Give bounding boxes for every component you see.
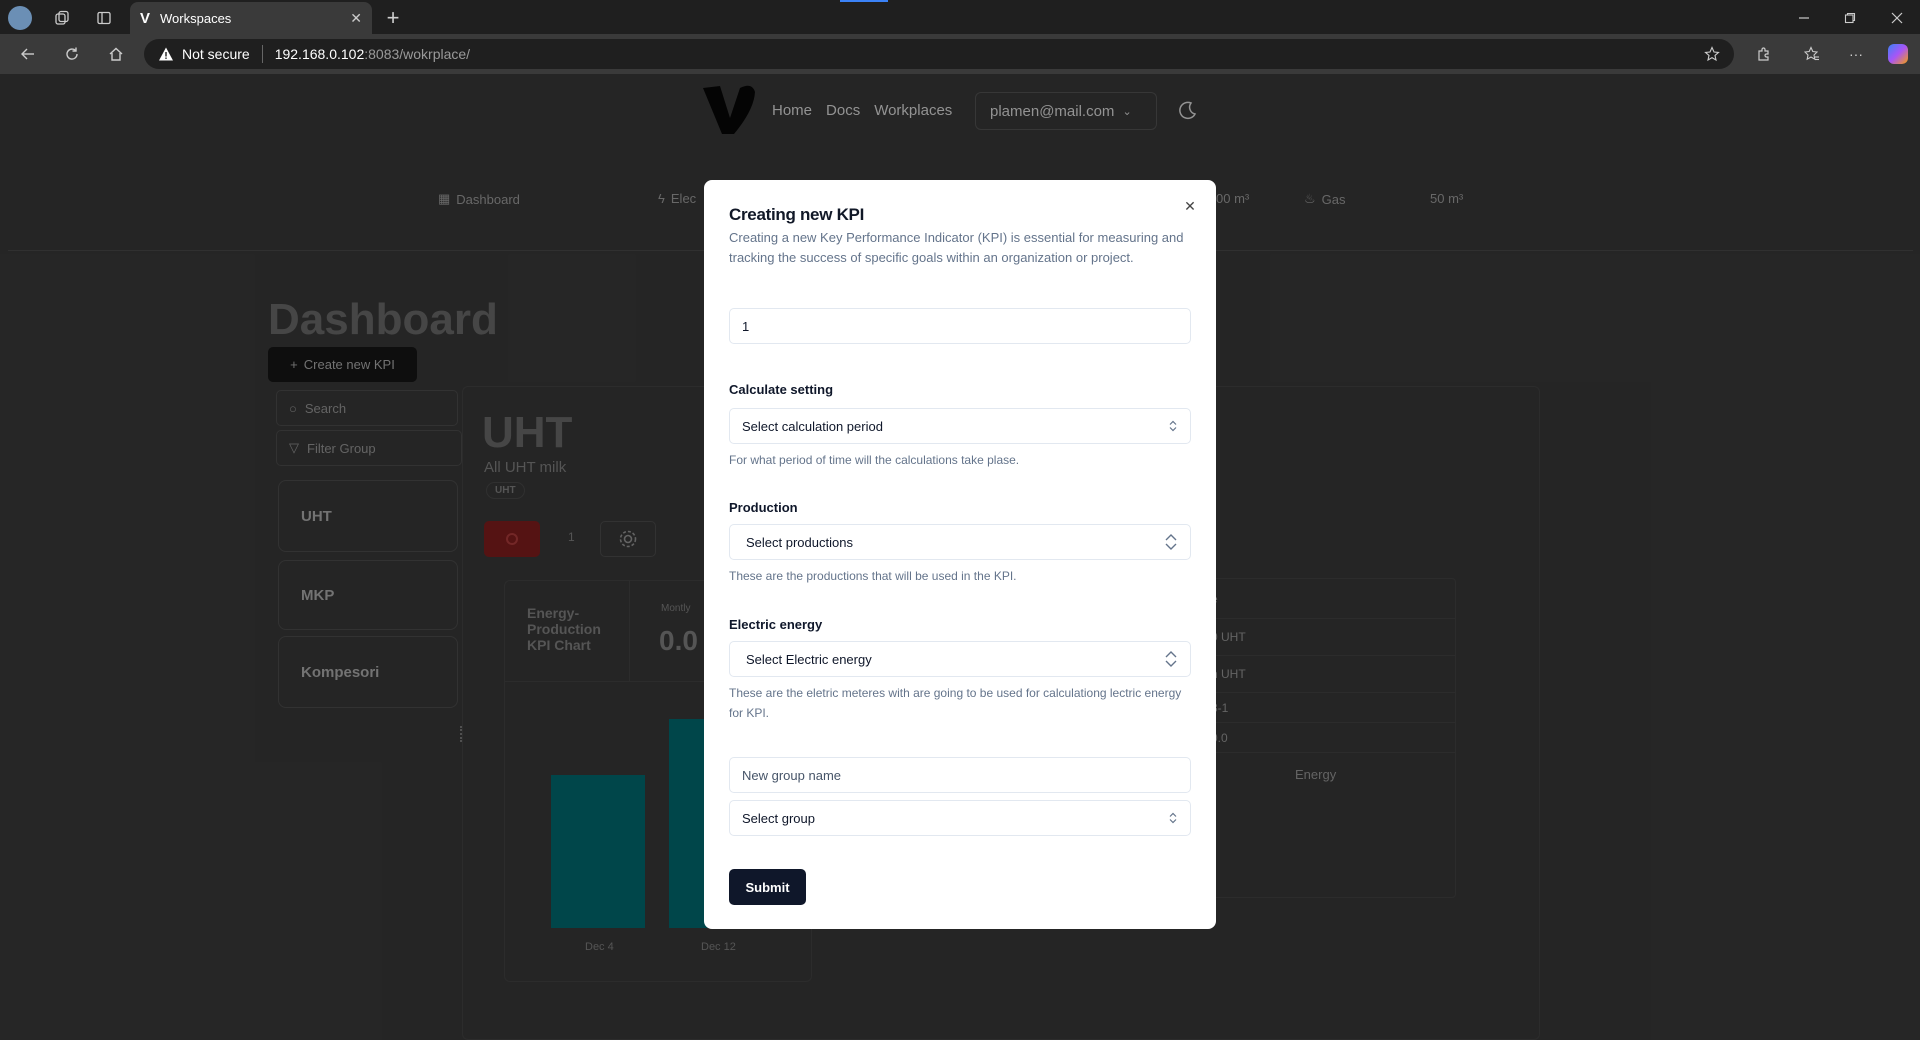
group-select-placeholder: Select group [742, 810, 815, 826]
refresh-icon[interactable] [60, 42, 84, 66]
new-tab-icon[interactable]: + [380, 5, 406, 31]
more-options-icon[interactable]: ··· [1844, 42, 1868, 66]
back-icon[interactable] [16, 42, 40, 66]
kpi-name-value: 1 [742, 318, 750, 334]
warning-icon[interactable] [158, 46, 174, 62]
dialog-title: Creating new KPI [729, 205, 865, 224]
url-host: 192.168.0.102 [274, 46, 365, 62]
production-label: Production [729, 500, 798, 515]
electric-energy-select[interactable]: Select Electric energy [729, 641, 1191, 677]
tab-title: Workspaces [160, 10, 232, 26]
url-bar[interactable]: Not secure 192.168.0.102 :8083/wokrplace… [144, 39, 1734, 69]
close-tab-icon[interactable]: ✕ [350, 10, 362, 27]
calculate-setting-label: Calculate setting [729, 382, 834, 397]
kpi-name-input[interactable]: 1 [729, 308, 1191, 344]
dialog-description: Creating a new Key Performance Indicator… [729, 230, 1184, 265]
star-icon[interactable] [1704, 46, 1720, 62]
new-group-placeholder: New group name [742, 767, 841, 783]
new-group-name-input[interactable]: New group name [729, 757, 1191, 793]
browser-tab[interactable]: V Workspaces ✕ [130, 2, 372, 34]
electric-energy-placeholder: Select Electric energy [746, 651, 872, 667]
profile-avatar[interactable] [8, 6, 32, 30]
productions-placeholder: Select productions [746, 534, 853, 550]
group-select[interactable]: Select group [729, 800, 1191, 836]
tab-indicator [840, 0, 888, 2]
tab-actions-icon[interactable] [92, 6, 116, 30]
copilot-icon[interactable] [1888, 44, 1908, 64]
productions-select[interactable]: Select productions [729, 524, 1191, 560]
url-path: :8083/wokrplace/ [364, 46, 471, 62]
collections-icon[interactable] [50, 6, 74, 30]
restore-icon[interactable] [1838, 6, 1862, 30]
close-window-icon[interactable] [1885, 6, 1909, 30]
select-caret-icon [1164, 525, 1178, 559]
calculation-period-placeholder: Select calculation period [742, 418, 883, 434]
security-label[interactable]: Not secure [182, 46, 250, 62]
select-caret-icon [1164, 642, 1178, 676]
create-kpi-dialog: Creating new KPI Creating a new Key Perf… [704, 180, 1216, 929]
minimize-icon[interactable] [1792, 6, 1816, 30]
close-icon[interactable]: ✕ [1180, 196, 1200, 216]
site-favicon-icon: V [140, 9, 151, 27]
calculation-period-select[interactable]: Select calculation period [729, 408, 1191, 444]
favorites-icon[interactable] [1800, 42, 1824, 66]
home-icon[interactable] [104, 42, 128, 66]
url-separator [261, 45, 263, 63]
select-caret-icon [1168, 801, 1178, 835]
browser-tab-bar: V Workspaces ✕ + [0, 0, 1920, 34]
select-caret-icon [1168, 409, 1178, 443]
submit-button[interactable]: Submit [729, 869, 806, 905]
production-hint: These are the productions that will be u… [729, 569, 1017, 583]
electric-energy-hint: These are the eletric meteres with are g… [729, 686, 1182, 720]
electric-energy-label: Electric energy [729, 617, 823, 632]
calculate-setting-hint: For what period of time will the calcula… [729, 453, 1020, 467]
extensions-icon[interactable] [1752, 42, 1776, 66]
